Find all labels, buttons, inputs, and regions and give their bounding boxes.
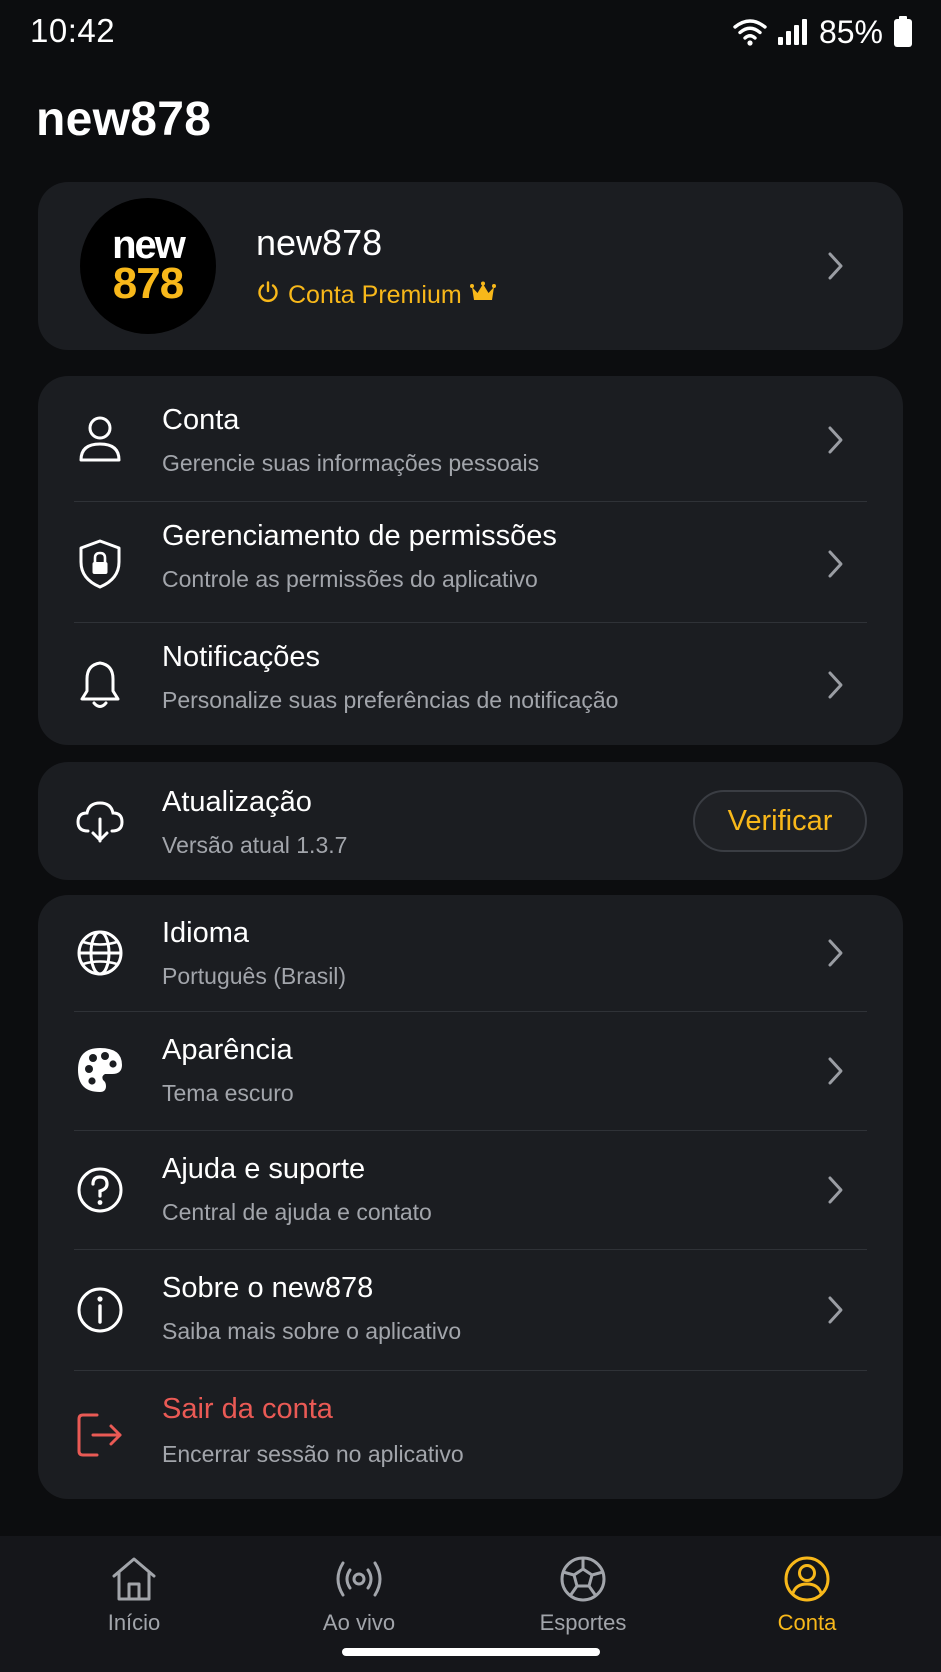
menu-item-title: Sobre o new878: [162, 1272, 374, 1304]
menu-item-notifications[interactable]: Notificações Personalize suas preferênci…: [38, 623, 903, 745]
menu-item-title: Gerenciamento de permissões: [162, 520, 557, 552]
wifi-icon: [733, 18, 767, 46]
menu-item-permissions[interactable]: Gerenciamento de permissões Controle as …: [38, 502, 903, 623]
menu-item-help[interactable]: Ajuda e suporte Central de ajuda e conta…: [38, 1131, 903, 1250]
chevron-right-icon: [828, 1176, 843, 1204]
nav-inicio[interactable]: Início: [54, 1554, 214, 1636]
menu-item-subtitle: Central de ajuda e contato: [162, 1199, 432, 1225]
info-circle-icon: [72, 1282, 128, 1338]
chevron-right-icon: [828, 426, 843, 454]
battery-icon: [893, 16, 913, 48]
nav-label: Conta: [777, 1610, 837, 1635]
cellular-signal-icon: [777, 18, 809, 46]
user-icon: [72, 411, 128, 467]
bell-icon: [72, 657, 128, 713]
general-settings-group: Idioma Português (Brasil) Aparência Tema…: [38, 895, 903, 1499]
logout-title: Sair da conta: [162, 1393, 333, 1425]
menu-item-appearance[interactable]: Aparência Tema escuro: [38, 1012, 903, 1131]
premium-badge: Conta Premium: [256, 280, 496, 311]
account-settings-group: Conta Gerencie suas informações pessoais…: [38, 376, 903, 745]
chevron-right-icon: [828, 1057, 843, 1085]
menu-item-title: Aparência: [162, 1034, 293, 1066]
menu-item-subtitle: Gerencie suas informações pessoais: [162, 450, 540, 476]
status-time: 10:42: [30, 12, 116, 49]
menu-item-title: Notificações: [162, 641, 320, 673]
nav-conta[interactable]: Conta: [727, 1554, 887, 1636]
menu-item-subtitle: Personalize suas preferências de notific…: [162, 687, 619, 713]
chevron-right-icon: [828, 550, 843, 578]
shield-lock-icon: [72, 536, 128, 592]
menu-item-subtitle: Saiba mais sobre o aplicativo: [162, 1318, 462, 1344]
bottom-navigation: Início Ao vivo Esportes Conta: [0, 1536, 941, 1672]
menu-item-subtitle: Tema escuro: [162, 1080, 294, 1106]
menu-item-language[interactable]: Idioma Português (Brasil): [38, 895, 903, 1012]
chevron-right-icon: [828, 1296, 843, 1324]
status-bar: 10:42 85%: [0, 0, 941, 64]
help-circle-icon: [72, 1162, 128, 1218]
globe-icon: [72, 925, 128, 981]
nav-label: Início: [107, 1610, 161, 1635]
premium-label: Conta Premium: [288, 281, 462, 309]
profile-card[interactable]: new 878 new878 Conta Premium: [38, 182, 903, 350]
avatar: new 878: [80, 198, 216, 334]
account-circle-icon: [784, 1556, 830, 1602]
live-broadcast-icon: [336, 1561, 382, 1597]
chevron-right-icon: [828, 671, 843, 699]
menu-item-conta[interactable]: Conta Gerencie suas informações pessoais: [38, 376, 903, 502]
page-title: new878: [36, 93, 212, 146]
menu-item-title: Ajuda e suporte: [162, 1153, 366, 1185]
menu-item-about[interactable]: Sobre o new878 Saiba mais sobre o aplica…: [38, 1250, 903, 1371]
home-icon: [112, 1557, 156, 1601]
cloud-download-icon: [72, 793, 128, 849]
menu-item-title: Conta: [162, 404, 240, 436]
verify-update-button[interactable]: Verificar: [693, 790, 867, 852]
crown-icon: [469, 281, 496, 310]
menu-item-subtitle: Controle as permissões do aplicativo: [162, 566, 538, 592]
palette-icon: [72, 1042, 128, 1098]
home-indicator[interactable]: [342, 1648, 600, 1656]
update-version: Versão atual 1.3.7: [162, 832, 348, 858]
account-screen: 10:42 85% new878 new 878 new878 Conta Pr…: [0, 0, 941, 1672]
menu-item-title: Idioma: [162, 917, 250, 949]
status-indicators: 85%: [733, 12, 913, 52]
chevron-right-icon: [828, 939, 843, 967]
avatar-logo-bottom: 878: [112, 259, 184, 309]
battery-percent: 85%: [818, 13, 883, 50]
profile-name: new878: [256, 222, 383, 263]
nav-esportes[interactable]: Esportes: [503, 1554, 663, 1636]
soccer-ball-icon: [560, 1556, 606, 1602]
menu-item-subtitle: Encerrar sessão no aplicativo: [162, 1441, 464, 1467]
update-card: Atualização Versão atual 1.3.7 Verificar: [38, 762, 903, 880]
power-icon: [256, 280, 280, 311]
nav-ao-vivo[interactable]: Ao vivo: [279, 1554, 439, 1636]
logout-icon: [72, 1407, 128, 1463]
nav-label: Ao vivo: [322, 1610, 396, 1635]
menu-item-logout[interactable]: Sair da conta Encerrar sessão no aplicat…: [38, 1371, 903, 1499]
chevron-right-icon: [828, 252, 843, 280]
menu-item-subtitle: Português (Brasil): [162, 963, 347, 989]
update-title: Atualização: [162, 786, 312, 818]
nav-label: Esportes: [539, 1610, 627, 1635]
